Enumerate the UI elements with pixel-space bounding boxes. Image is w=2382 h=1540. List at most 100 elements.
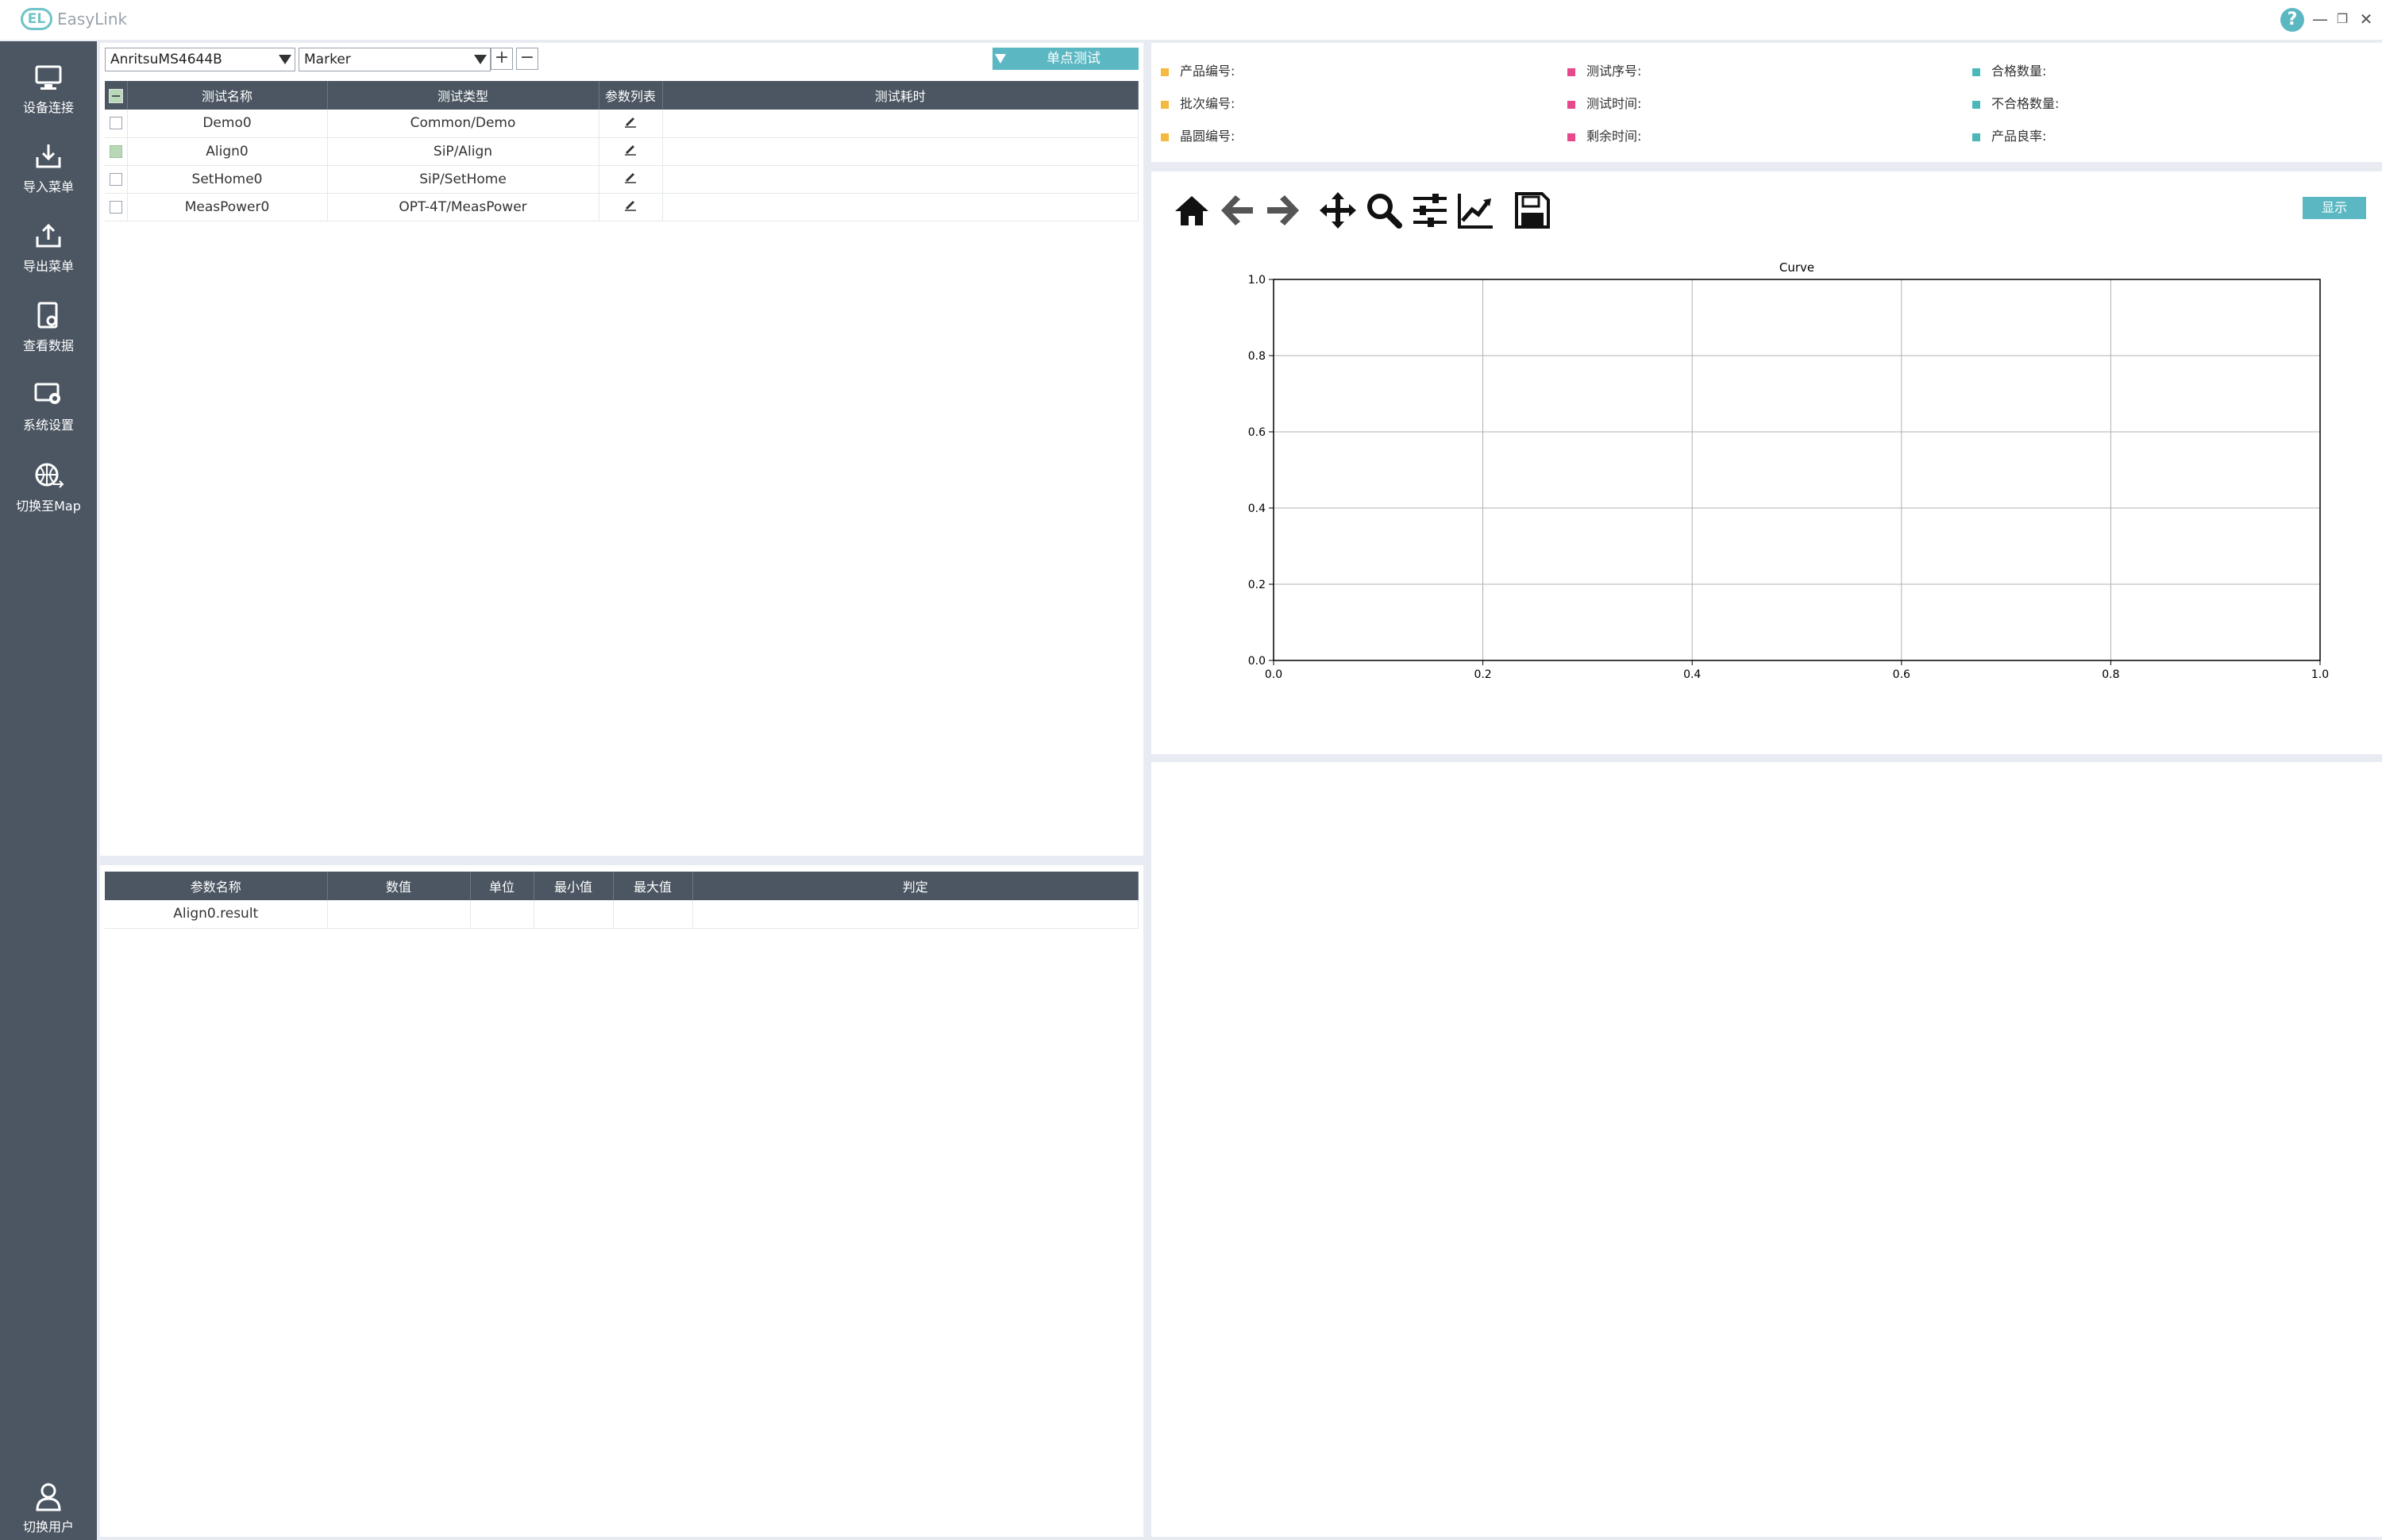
pencil-icon <box>625 201 636 211</box>
view-data-icon <box>37 302 58 329</box>
sidebar-item-import[interactable]: 导入菜单 <box>0 135 97 206</box>
sidebar: 设备连接 导入菜单 导出菜单 查看数据 系统设置 切换至Map 切换用户 <box>0 41 97 1540</box>
sidebar-item-label: 切换至Map <box>16 499 81 514</box>
sidebar-item-settings[interactable]: 系统设置 <box>0 373 97 445</box>
zoom-icon[interactable] <box>1364 191 1404 230</box>
param-max-cell <box>613 900 693 929</box>
row-checkbox[interactable] <box>105 193 128 221</box>
mode-select[interactable]: Marker <box>299 48 491 71</box>
table-header-row: 参数名称 数值 单位 最小值 最大值 判定 <box>105 872 1139 900</box>
info-wafer-id: 晶圆编号: <box>1161 125 1235 144</box>
sidebar-item-switch-map[interactable]: 切换至Map <box>0 454 97 526</box>
x-tick-label: 0.4 <box>1683 668 1701 681</box>
test-name-cell: SetHome0 <box>127 165 328 194</box>
filter-icon[interactable] <box>992 48 1008 70</box>
test-time-cell <box>662 137 1139 166</box>
column-header[interactable]: 最小值 <box>534 872 614 900</box>
param-name-cell: Align0.result <box>105 900 328 929</box>
bullet-icon <box>1972 133 1980 141</box>
help-icon[interactable]: ? <box>2280 8 2304 32</box>
row-checkbox[interactable] <box>105 137 128 166</box>
column-header[interactable]: 单位 <box>470 872 534 900</box>
column-header[interactable]: 测试耗时 <box>662 81 1139 110</box>
param-table: 参数名称 数值 单位 最小值 最大值 判定 Align0.result <box>105 872 1139 929</box>
export-icon <box>36 223 61 248</box>
edit-axis-icon[interactable] <box>1456 191 1496 230</box>
chart-grid <box>1273 279 2321 661</box>
info-batch-id: 批次编号: <box>1161 93 1235 112</box>
test-type-cell: SiP/SetHome <box>327 165 599 194</box>
sidebar-item-view-data[interactable]: 查看数据 <box>0 294 97 365</box>
column-header[interactable]: 数值 <box>327 872 471 900</box>
test-name-cell: Align0 <box>127 137 328 166</box>
y-tick-label: 1.0 <box>1248 274 1266 287</box>
title-bar: EL EasyLink ? — ❐ ✕ <box>0 0 2382 40</box>
param-unit-cell <box>470 900 534 929</box>
edit-params-button[interactable] <box>599 137 663 166</box>
x-tick-label: 1.0 <box>2311 668 2329 681</box>
info-test-seq: 测试序号: <box>1567 60 1641 79</box>
sidebar-item-label: 导出菜单 <box>22 259 74 274</box>
param-verdict-cell <box>692 900 1139 929</box>
row-checkbox[interactable] <box>105 110 128 138</box>
x-tick-label: 0.0 <box>1265 668 1282 681</box>
bullet-icon <box>1161 133 1169 141</box>
column-header[interactable]: 判定 <box>692 872 1139 900</box>
configure-icon[interactable] <box>1410 191 1450 230</box>
info-panel: 产品编号: 批次编号: 晶圆编号: 测试序号: 测试时间: 剩余时间: 合格数量… <box>1151 43 2382 162</box>
table-row[interactable]: Demo0 Common/Demo <box>105 110 1139 138</box>
app-logo-icon: EL <box>21 8 52 30</box>
column-header[interactable]: 最大值 <box>613 872 693 900</box>
info-pass-count: 合格数量: <box>1972 60 2046 79</box>
edit-params-button[interactable] <box>599 110 663 138</box>
monitor-connect-icon <box>35 65 62 90</box>
info-yield: 产品良率: <box>1972 125 2046 144</box>
remove-test-button[interactable]: − <box>516 48 538 70</box>
column-header[interactable]: 测试类型 <box>327 81 599 110</box>
table-row[interactable]: Align0 SiP/Align <box>105 137 1139 166</box>
mode-select-value: Marker <box>304 52 351 67</box>
edit-params-button[interactable] <box>599 165 663 194</box>
x-tick-label: 0.6 <box>1893 668 1910 681</box>
sidebar-item-export[interactable]: 导出菜单 <box>0 214 97 286</box>
column-header[interactable]: 参数名称 <box>105 872 328 900</box>
table-row[interactable]: MeasPower0 OPT-4T/MeasPower <box>105 193 1139 221</box>
sidebar-item-label: 切换用户 <box>22 1519 74 1534</box>
y-tick-label: 0.6 <box>1248 426 1266 439</box>
forward-icon[interactable] <box>1262 191 1302 230</box>
device-select[interactable]: AnritsuMS4644B <box>105 48 295 71</box>
sidebar-item-device-connect[interactable]: 设备连接 <box>0 56 97 127</box>
restore-icon[interactable]: ❐ <box>2331 8 2353 30</box>
add-test-button[interactable]: + <box>491 48 513 70</box>
minimize-icon[interactable]: — <box>2309 8 2331 30</box>
edit-params-button[interactable] <box>599 193 663 221</box>
pan-icon[interactable] <box>1318 191 1358 230</box>
test-time-cell <box>662 193 1139 221</box>
bullet-icon <box>1161 67 1169 76</box>
param-value-cell <box>327 900 471 929</box>
info-test-time: 测试时间: <box>1567 93 1641 112</box>
test-type-cell: OPT-4T/MeasPower <box>327 193 599 221</box>
table-row[interactable]: SetHome0 SiP/SetHome <box>105 165 1139 194</box>
single-test-button[interactable]: 单点测试 <box>1008 48 1139 70</box>
y-tick-label: 0.0 <box>1248 655 1266 668</box>
close-icon[interactable]: ✕ <box>2355 8 2377 30</box>
chart-title: Curve <box>1779 260 1814 275</box>
back-icon[interactable] <box>1218 191 1258 230</box>
plot-frame <box>1273 279 2321 661</box>
save-icon[interactable] <box>1512 191 1551 230</box>
display-button[interactable]: 显示 <box>2303 197 2366 219</box>
row-checkbox[interactable] <box>105 165 128 194</box>
test-list-panel: AnritsuMS4644B Marker + − 单点测试 测试名称 测试类型… <box>100 43 1143 856</box>
sidebar-item-switch-user[interactable]: 切换用户 <box>0 1475 97 1540</box>
chart-panel: 显示 0.0 0.2 0.4 0.6 0.8 1.0 0.0 0.2 0.4 0.6 0.8 1.0 … <box>1151 171 2382 754</box>
column-header[interactable]: 参数列表 <box>599 81 663 110</box>
column-header[interactable]: 测试名称 <box>127 81 328 110</box>
select-all-checkbox[interactable] <box>105 81 128 110</box>
bullet-icon <box>1567 100 1575 109</box>
param-panel: 参数名称 数值 单位 最小值 最大值 判定 Align0.result <box>100 865 1143 1537</box>
table-row[interactable]: Align0.result <box>105 900 1139 929</box>
curve-chart: 0.0 0.2 0.4 0.6 0.8 1.0 0.0 0.2 0.4 0.6 0.8 1.0 Cur… <box>1248 260 2329 681</box>
home-icon[interactable] <box>1172 191 1212 230</box>
pencil-icon <box>625 173 636 183</box>
